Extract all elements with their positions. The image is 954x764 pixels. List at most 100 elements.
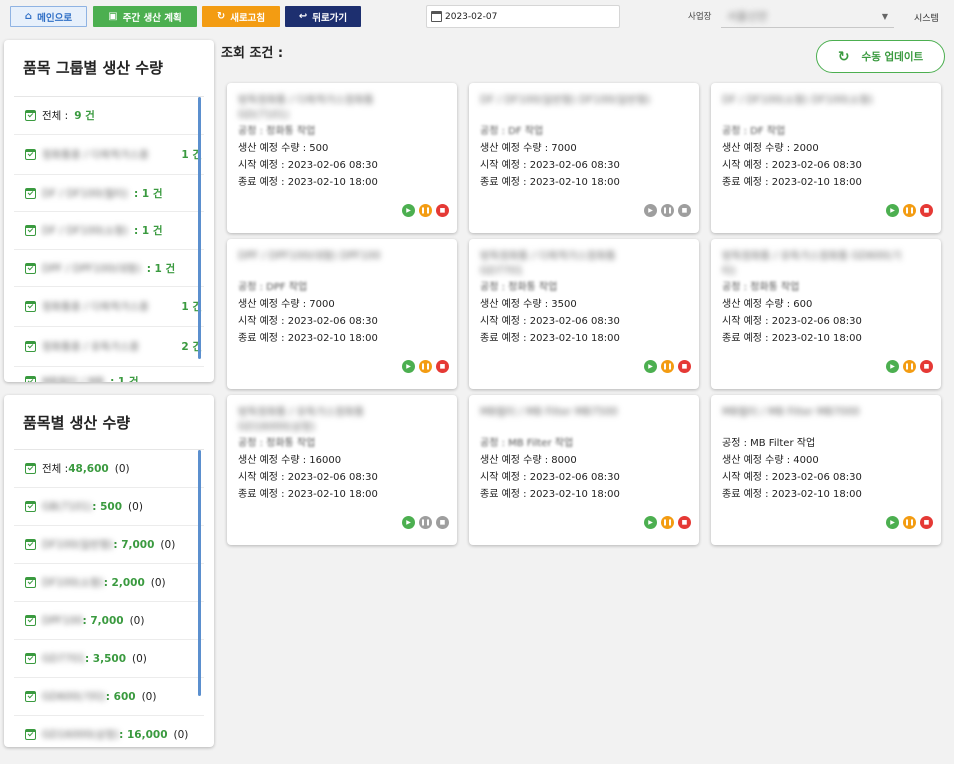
play-icon[interactable]: ▶ [402,516,415,529]
card-planned-qty: 생산 예정 수량 : 500 [238,143,329,154]
stop-icon[interactable]: ■ [920,204,933,217]
work-order-card[interactable]: 방독정화통 / 다목적가스정화통 GD(7101) 공정 : 정화통 작업 생산 예… [227,83,457,233]
group-row-label: MB필터 / MB [42,376,105,382]
item-row[interactable]: DF100(소형) : 2,000 (0) [14,564,204,602]
calendar-icon [431,11,442,22]
work-order-card[interactable]: MB필터 / MB Filter MB7000 공정 : MB Filter 작업… [711,395,941,545]
stop-icon[interactable]: ■ [920,516,933,529]
system-menu[interactable]: 시스템 [914,11,939,24]
item-row-label: GD16000(상정) [42,729,120,741]
card-planned-qty: 생산 예정 수량 : 7000 [480,143,577,154]
stop-icon[interactable]: ■ [920,360,933,373]
back-label: 뒤로가기 [312,12,348,24]
group-quantity-panel: 품목 그룹별 생산 수량 전체 : 9 건 정화통용 / 다목적가스용 1 건 DF … [4,40,214,382]
item-row-label: DF100(일반형) [42,539,114,551]
play-icon[interactable]: ▶ [886,516,899,529]
date-picker[interactable]: 2023-02-07 [426,5,620,28]
item-row-count: : 600 [105,690,136,703]
item-row-count: : 7,000 [82,614,124,627]
card-start-time: 시작 예정 : 2023-02-06 08:30 [238,472,378,483]
work-order-card[interactable]: DPF / DPF100(대형) DPF100 공정 : DPF 작업 생산 예정 … [227,239,457,389]
group-row[interactable]: DF / DF100(소형): 1 건 [14,212,204,250]
work-order-card[interactable]: DF / DF100(일반형) DF100(일반형) 공정 : DF 작업 생산 예… [469,83,699,233]
group-row-count: : 1 건 [110,376,139,382]
item-row[interactable]: GB(7101) : 500 (0) [14,488,204,526]
group-row[interactable]: DPF / DPF100(대형): 1 건 [14,250,204,287]
group-row[interactable]: 정화통용 / 다목적가스용 1 건 [14,287,204,327]
work-order-card[interactable]: 방독정화통 / 유독가스정화통 GD16000(상정) 공정 : 정화통 작업 생산… [227,395,457,545]
work-order-card[interactable]: MB필터 / MB Filter MB7500 공정 : MB Filter 작업… [469,395,699,545]
play-icon[interactable]: ▶ [886,360,899,373]
stop-icon[interactable]: ■ [436,360,449,373]
item-row-count: : 3,500 [84,652,127,665]
item-row-extra: (0) [114,462,130,475]
play-icon[interactable]: ▶ [886,204,899,217]
group-row[interactable]: MB필터 / MB : 1 건 [14,367,204,382]
calendar-check-icon [25,463,36,474]
pause-icon[interactable]: ❚❚ [661,516,674,529]
card-controls: ▶ ❚❚ ■ [644,204,691,217]
card-start-time: 시작 예정 : 2023-02-06 08:30 [722,316,862,327]
card-start-time: 시작 예정 : 2023-02-06 08:30 [480,472,620,483]
group-row[interactable]: DF / DF100(필터) : 1 건 [14,175,204,212]
back-arrow-icon: ↩ [298,10,308,22]
card-start-time: 시작 예정 : 2023-02-06 08:30 [722,472,862,483]
play-icon[interactable]: ▶ [402,360,415,373]
work-order-card[interactable]: DF / DF100(소형) DF100(소형) 공정 : DF 작업 생산 예정 … [711,83,941,233]
card-end-time: 종료 예정 : 2023-02-10 18:00 [480,177,620,188]
stop-icon[interactable]: ■ [678,204,691,217]
card-process: 공정 : DPF 작업 [238,282,308,293]
calendar-check-icon [25,691,36,702]
back-button[interactable]: ↩ 뒤로가기 [285,6,361,27]
work-order-card[interactable]: 방독정화통 / 유독가스정화통 GD600(기타) 공정 : 정화통 작업 생산 예… [711,239,941,389]
group-row[interactable]: 정화통용 / 다목적가스용 1 건 [14,135,204,175]
pause-icon[interactable]: ❚❚ [661,204,674,217]
pause-icon[interactable]: ❚❚ [419,516,432,529]
refresh-button[interactable]: ↻ 새로고침 [202,6,280,27]
calendar-check-icon [25,653,36,664]
group-row-count: : 1 건 [134,187,163,200]
pause-icon[interactable]: ❚❚ [903,204,916,217]
main-button[interactable]: ⌂ 메인으로 [10,6,87,27]
stop-icon[interactable]: ■ [436,516,449,529]
pause-icon[interactable]: ❚❚ [661,360,674,373]
weekly-plan-button[interactable]: ▣ 주간 생산 계획 [93,6,197,27]
pause-icon[interactable]: ❚❚ [903,360,916,373]
item-row[interactable]: DF100(일반형) : 7,000 (0) [14,526,204,564]
pause-icon[interactable]: ❚❚ [419,204,432,217]
item-row[interactable]: DPF100 : 7,000 (0) [14,602,204,640]
chevron-down-icon: ▼ [881,11,888,21]
group-row-label: DF / DF100(필터) [42,187,129,200]
refresh-label: 새로고침 [230,12,266,24]
item-row[interactable]: 전체 : 48,600 (0) [14,450,204,488]
work-order-card[interactable]: 방독정화통 / 다목적가스정화통 GD7701 공정 : 정화통 작업 생산 예정 … [469,239,699,389]
item-row[interactable]: GD7701 : 3,500 (0) [14,640,204,678]
card-end-time: 종료 예정 : 2023-02-10 18:00 [238,333,378,344]
stop-icon[interactable]: ■ [678,360,691,373]
pause-icon[interactable]: ❚❚ [419,360,432,373]
item-list[interactable]: 전체 : 48,600 (0) GB(7101) : 500 (0) DF100(일반형… [14,449,204,747]
plant-select[interactable]: 서울신안 ▼ [721,5,894,28]
manual-update-button[interactable]: ↻ 수동 업데이트 [816,40,945,73]
item-scrollbar[interactable] [198,450,201,696]
card-end-time: 종료 예정 : 2023-02-10 18:00 [238,489,378,500]
group-row-count: 9 건 [74,110,95,122]
item-quantity-panel: 품목별 생산 수량 전체 : 48,600 (0) GB(7101) : 500 (0… [4,395,214,747]
card-start-time: 시작 예정 : 2023-02-06 08:30 [722,160,862,171]
top-toolbar: ⌂ 메인으로 ▣ 주간 생산 계획 ↻ 새로고침 ↩ 뒤로가기 2023-02-… [0,0,954,34]
group-row-label: 정화통용 / 다목적가스용 [42,301,149,313]
stop-icon[interactable]: ■ [678,516,691,529]
group-row[interactable]: 정화통용 / 유독가스용 2 건 [14,327,204,367]
pause-icon[interactable]: ❚❚ [903,516,916,529]
play-icon[interactable]: ▶ [402,204,415,217]
stop-icon[interactable]: ■ [436,204,449,217]
play-icon[interactable]: ▶ [644,360,657,373]
group-scrollbar[interactable] [198,97,201,359]
item-row[interactable]: GD600(기타) : 600 (0) [14,678,204,716]
group-row[interactable]: 전체 : 9 건 [14,97,204,135]
weekly-plan-label: 주간 생산 계획 [122,12,182,24]
play-icon[interactable]: ▶ [644,516,657,529]
play-icon[interactable]: ▶ [644,204,657,217]
group-list[interactable]: 전체 : 9 건 정화통용 / 다목적가스용 1 건 DF / DF100(필터): … [14,96,204,382]
item-row[interactable]: GD16000(상정) : 16,000 (0) [14,716,204,747]
